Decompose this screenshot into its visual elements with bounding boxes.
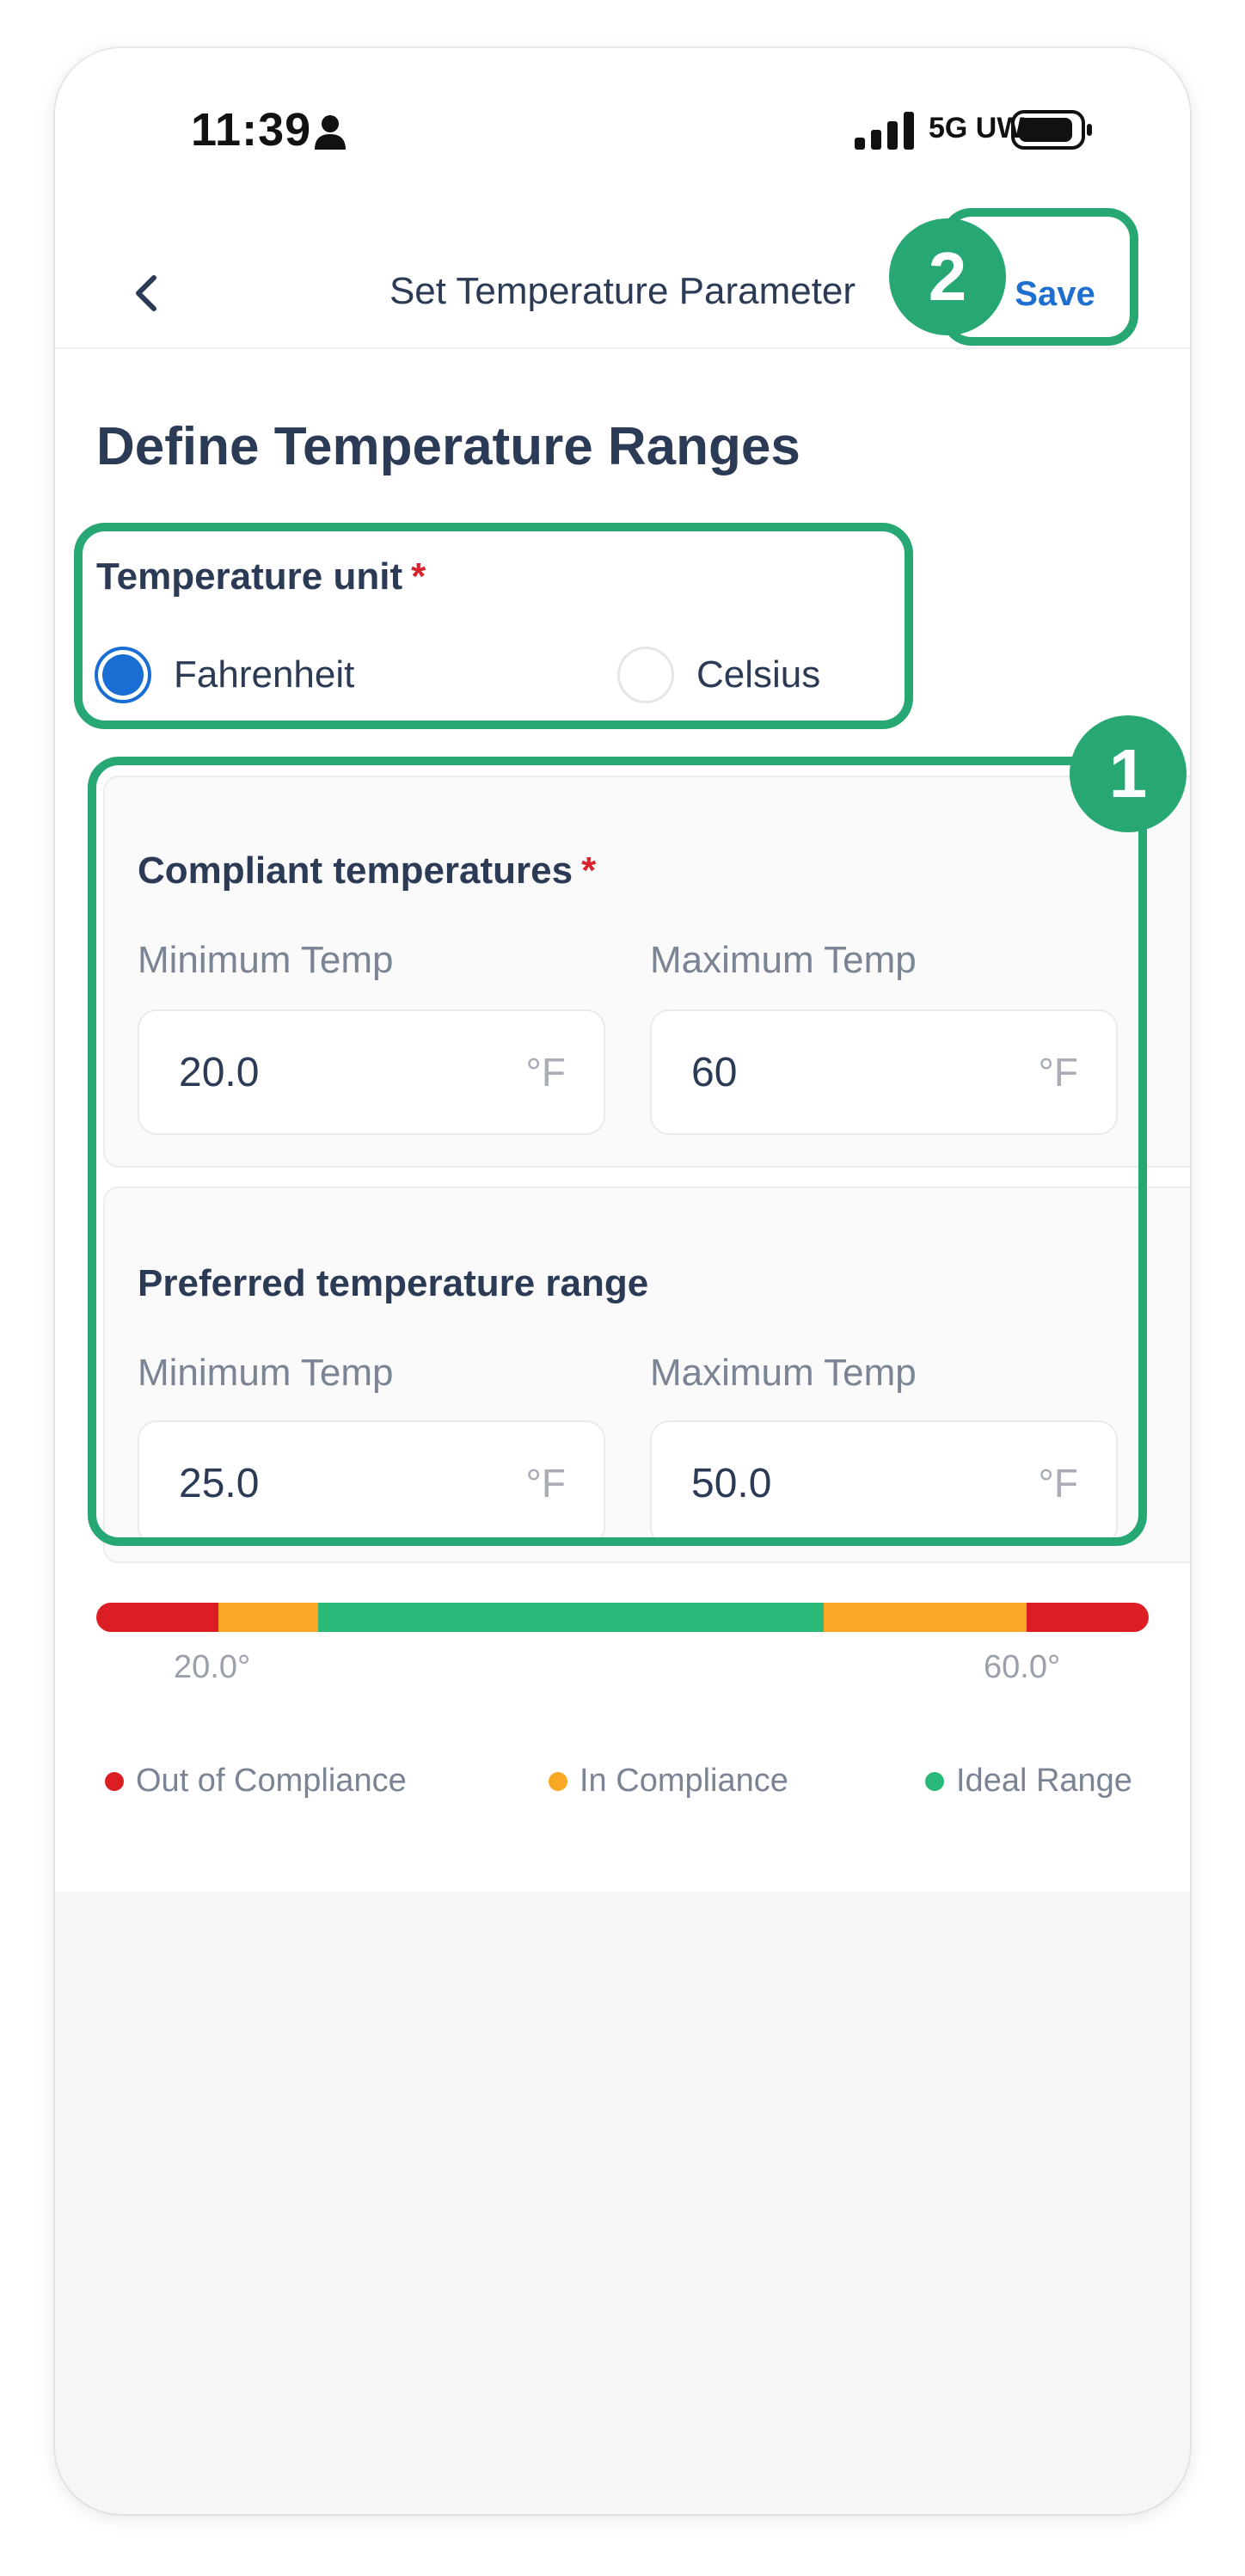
legend-out-of-compliance: Out of Compliance	[105, 1763, 407, 1800]
legend-label: In Compliance	[580, 1763, 788, 1799]
person-icon	[315, 115, 346, 150]
range-in-low	[218, 1603, 318, 1632]
network-label: 5G UW	[929, 112, 1025, 144]
status-time: 11:39	[191, 104, 312, 156]
range-max-label: 60.0°	[984, 1649, 1061, 1685]
back-button[interactable]	[103, 255, 189, 332]
range-out-high	[1027, 1603, 1149, 1632]
header-title: Set Temperature Parameter	[389, 270, 856, 312]
legend-in-compliance: In Compliance	[549, 1763, 788, 1800]
header-divider	[55, 347, 1190, 349]
range-in-high	[824, 1603, 1027, 1632]
range-ideal	[318, 1603, 824, 1632]
battery-icon	[1011, 110, 1092, 150]
range-min-label: 20.0°	[174, 1649, 251, 1685]
legend-dot-green	[925, 1771, 944, 1791]
annotation-badge-2: 2	[889, 218, 1006, 335]
legend-label: Out of Compliance	[136, 1763, 407, 1799]
legend-label: Ideal Range	[956, 1763, 1132, 1799]
annotation-badge-1: 1	[1070, 715, 1187, 832]
page-title: Define Temperature Ranges	[96, 417, 800, 476]
signal-icon	[855, 112, 914, 150]
highlight-temperature-cards	[88, 757, 1147, 1546]
legend-ideal-range: Ideal Range	[925, 1763, 1132, 1800]
chevron-left-icon	[136, 275, 156, 311]
range-out-low	[96, 1603, 218, 1632]
legend-dot-red	[105, 1771, 124, 1791]
temperature-range-bar	[96, 1603, 1149, 1632]
highlight-temperature-unit	[74, 523, 913, 729]
legend-dot-orange	[549, 1771, 567, 1791]
